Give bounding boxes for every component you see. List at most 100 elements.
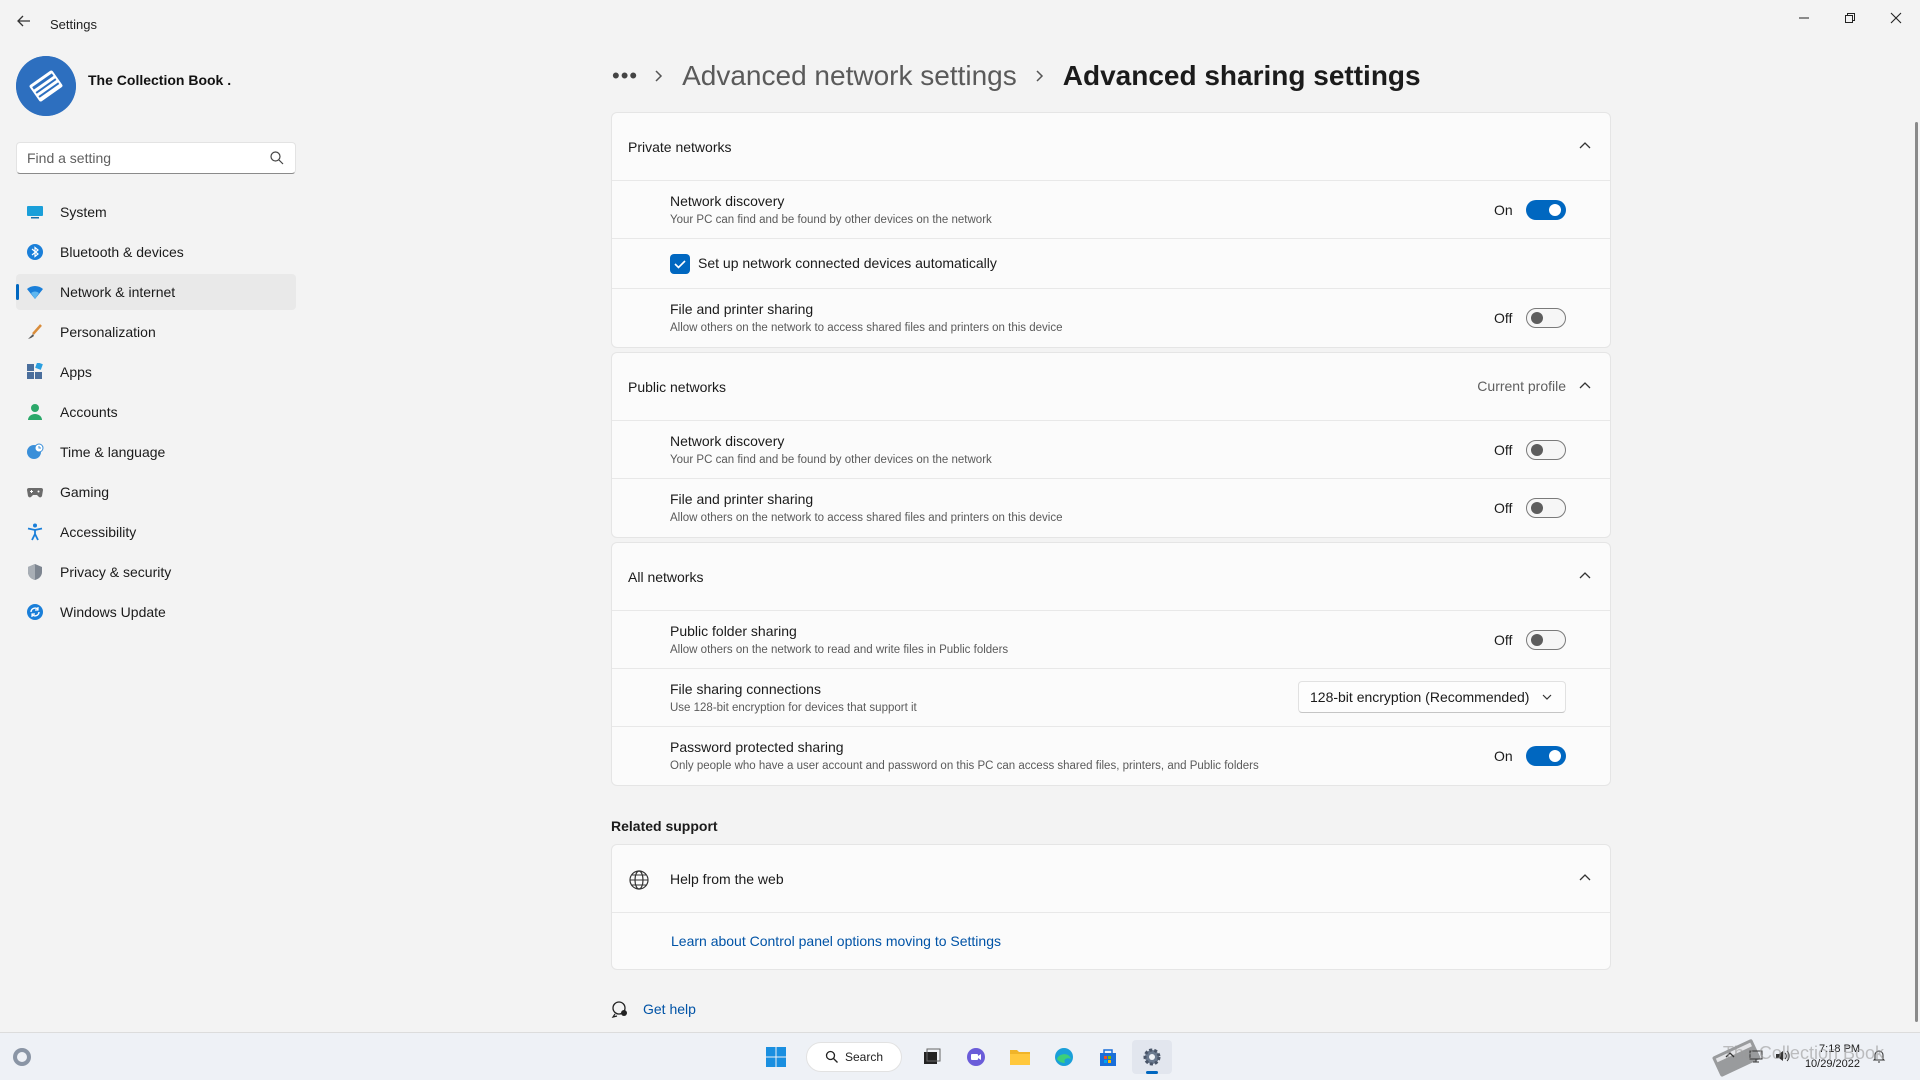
widgets-icon[interactable] [10, 1045, 34, 1069]
breadcrumb-more-button[interactable]: ••• [612, 63, 638, 89]
chevron-up-icon [1579, 572, 1591, 579]
sidebar-item-network[interactable]: Network & internet [16, 274, 296, 310]
chevron-up-icon [1579, 874, 1591, 881]
taskbar-search[interactable]: Search [806, 1042, 902, 1072]
task-view-button[interactable] [912, 1040, 952, 1074]
auto-setup-label: Set up network connected devices automat… [698, 255, 997, 271]
accessibility-icon [27, 523, 43, 541]
public-networks-card: Public networks Current profile Network … [611, 352, 1611, 538]
search-box[interactable] [16, 142, 296, 174]
setting-description: Use 128-bit encryption for devices that … [670, 702, 917, 714]
windows-logo-icon [766, 1047, 786, 1067]
private-network-discovery-toggle[interactable] [1526, 200, 1566, 220]
edge-icon [1055, 1048, 1073, 1066]
sidebar-item-personalization[interactable]: Personalization [16, 314, 296, 350]
public-file-sharing-row: File and printer sharing Allow others on… [612, 479, 1610, 537]
setting-title: Public folder sharing [670, 623, 797, 639]
public-network-discovery-toggle[interactable] [1526, 440, 1566, 460]
sidebar-item-gaming[interactable]: Gaming [16, 474, 296, 510]
person-icon [28, 404, 42, 420]
chevron-down-icon [1542, 694, 1552, 700]
private-file-sharing-toggle[interactable] [1526, 308, 1566, 328]
sidebar-item-apps[interactable]: Apps [16, 354, 296, 390]
setting-description: Allow others on the network to access sh… [670, 322, 1063, 334]
arrow-left-icon [17, 15, 30, 27]
breadcrumb: ••• Advanced network settings Advanced s… [612, 54, 1421, 98]
public-network-discovery-row: Network discovery Your PC can find and b… [612, 421, 1610, 479]
folder-icon [1010, 1050, 1030, 1065]
search-input[interactable] [17, 143, 257, 173]
vertical-scrollbar[interactable] [1915, 122, 1918, 1022]
shield-icon [28, 564, 42, 580]
store-button[interactable] [1088, 1040, 1128, 1074]
public-folder-sharing-row: Public folder sharing Allow others on th… [612, 611, 1610, 669]
toggle-state-label: On [1494, 202, 1513, 218]
close-icon [1890, 12, 1902, 24]
store-icon [1100, 1049, 1116, 1066]
setting-title: Network discovery [670, 433, 785, 449]
apps-icon [27, 363, 43, 379]
breadcrumb-advanced-network-settings[interactable]: Advanced network settings [682, 60, 1017, 92]
update-icon [27, 604, 43, 620]
setting-description: Your PC can find and be found by other d… [670, 214, 992, 226]
sidebar-item-accessibility[interactable]: Accessibility [16, 514, 296, 550]
public-file-sharing-toggle[interactable] [1526, 498, 1566, 518]
settings-content: Private networks Network discovery Your … [611, 112, 1611, 790]
get-help-link[interactable]: Get help [611, 1000, 696, 1018]
settings-app-button[interactable] [1132, 1040, 1172, 1074]
public-folder-sharing-toggle[interactable] [1526, 630, 1566, 650]
help-from-web-label: Help from the web [670, 870, 784, 887]
toggle-control: Off [1494, 630, 1566, 650]
gamepad-icon [27, 488, 43, 498]
sidebar-nav: System Bluetooth & devices Network & int… [16, 194, 296, 634]
file-explorer-button[interactable] [1000, 1040, 1040, 1074]
setting-description: Only people who have a user account and … [670, 760, 1259, 772]
password-protected-sharing-toggle[interactable] [1526, 746, 1566, 766]
setting-title: File sharing connections [670, 681, 821, 697]
sidebar-item-bluetooth[interactable]: Bluetooth & devices [16, 234, 296, 270]
sidebar-item-privacy-security[interactable]: Privacy & security [16, 554, 296, 590]
private-network-discovery-row: Network discovery Your PC can find and b… [612, 181, 1610, 239]
related-support-card: Help from the web Learn about Control pa… [611, 844, 1611, 974]
back-button[interactable] [12, 14, 36, 34]
public-networks-header[interactable]: Public networks Current profile [612, 353, 1610, 421]
avatar [16, 56, 76, 116]
wifi-icon [27, 285, 43, 299]
file-sharing-connections-row: File sharing connections Use 128-bit enc… [612, 669, 1610, 727]
user-profile[interactable]: The Collection Book . [16, 56, 296, 116]
sidebar-item-label: Accessibility [60, 524, 137, 540]
taskbar-search-label: Search [845, 1050, 884, 1064]
teams-chat-button[interactable] [956, 1040, 996, 1074]
all-networks-header[interactable]: All networks [612, 543, 1610, 611]
close-button[interactable] [1874, 4, 1918, 36]
start-button[interactable] [756, 1040, 796, 1074]
sidebar-item-time-language[interactable]: Time & language [16, 434, 296, 470]
book-logo-icon [16, 56, 76, 116]
sidebar-item-system[interactable]: System [16, 194, 296, 230]
auto-setup-row: Set up network connected devices automat… [612, 239, 1610, 289]
restore-button[interactable] [1828, 4, 1872, 36]
toggle-state-label: Off [1494, 500, 1513, 516]
sidebar-item-label: Personalization [60, 324, 156, 340]
chevron-up-icon [1579, 382, 1591, 389]
auto-setup-checkbox[interactable] [670, 254, 690, 274]
chat-icon [967, 1048, 985, 1066]
chevron-up-icon [1579, 142, 1591, 149]
private-file-sharing-row: File and printer sharing Allow others on… [612, 289, 1610, 347]
minimize-button[interactable] [1782, 4, 1826, 36]
setting-title: File and printer sharing [670, 301, 814, 317]
edge-browser-button[interactable] [1044, 1040, 1084, 1074]
help-from-web-header[interactable]: Help from the web [612, 845, 1610, 913]
title-bar: Settings [0, 0, 1920, 48]
chevron-right-icon [655, 70, 663, 82]
app-title: Settings [50, 17, 97, 32]
minimize-icon [1799, 17, 1809, 19]
sidebar-item-accounts[interactable]: Accounts [16, 394, 296, 430]
sidebar-item-label: Bluetooth & devices [60, 244, 184, 260]
gear-icon [1143, 1048, 1161, 1066]
task-view-icon [924, 1048, 941, 1064]
sidebar-item-windows-update[interactable]: Windows Update [16, 594, 296, 630]
private-networks-header[interactable]: Private networks [612, 113, 1610, 181]
encryption-dropdown[interactable]: 128-bit encryption (Recommended) [1298, 681, 1566, 713]
control-panel-info-link[interactable]: Learn about Control panel options moving… [671, 933, 1001, 949]
